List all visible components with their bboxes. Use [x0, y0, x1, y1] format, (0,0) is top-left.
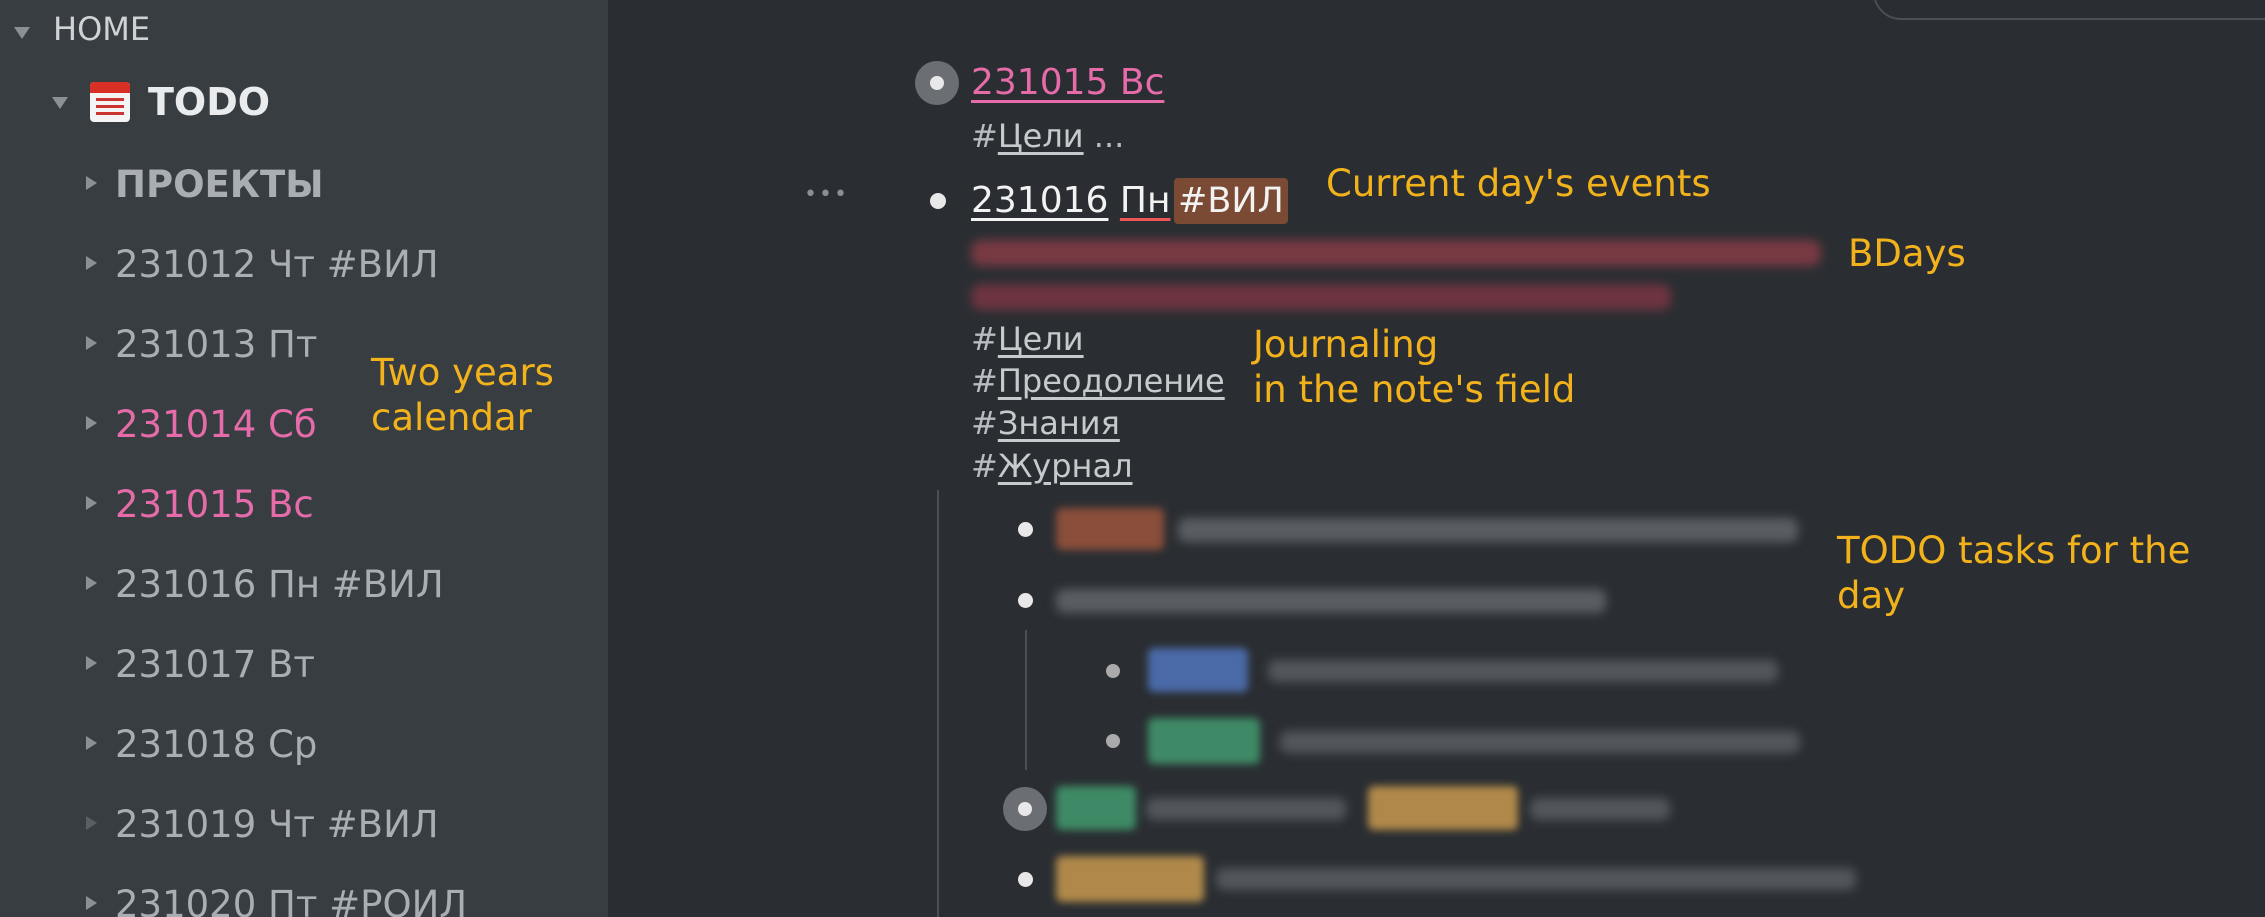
sidebar-item-label: 231017 Вт [115, 643, 315, 686]
tag-line: #Знания [971, 404, 1120, 442]
sidebar-item-label: HOME [53, 10, 151, 48]
expand-arrow-icon[interactable] [86, 256, 97, 270]
sidebar-item-day[interactable]: 231012 Чт #ВИЛ [0, 233, 600, 293]
expand-arrow-icon[interactable] [86, 176, 97, 190]
tag-link-goals[interactable]: Цели [998, 320, 1084, 358]
bullet-icon[interactable] [1018, 872, 1033, 887]
sidebar-item-day[interactable]: 231015 Вс [0, 473, 600, 533]
indent-guide [1025, 630, 1027, 770]
more-options-icon[interactable]: ••• [804, 182, 849, 207]
sidebar-item-home[interactable]: HOME [0, 0, 600, 60]
sidebar-item-label: TODO [148, 80, 271, 124]
redacted-bday-line [971, 240, 1821, 266]
status-badge[interactable]: #ВИЛ [1174, 178, 1288, 224]
redacted-tag [1148, 718, 1260, 764]
tag-line: #Преодоление [971, 362, 1225, 400]
expand-arrow-icon[interactable] [86, 576, 97, 590]
sidebar-item-todo[interactable]: TODO [0, 70, 600, 134]
sidebar-item-label: 231018 Ср [115, 723, 318, 766]
expand-arrow-icon[interactable] [86, 336, 97, 350]
sidebar-item-label: 231013 Пт [115, 323, 318, 366]
bullet-icon[interactable] [1106, 734, 1120, 748]
sidebar-item-day[interactable]: 231017 Вт [0, 633, 600, 693]
redacted-tag [1148, 648, 1248, 692]
collapse-arrow-icon[interactable] [52, 97, 68, 109]
expand-arrow-icon[interactable] [86, 896, 97, 910]
tag-line: #Цели [971, 320, 1084, 358]
tag-hash: # [971, 320, 998, 358]
annotation-current-day: Current day's events [1326, 162, 1711, 205]
redacted-task-text [1056, 589, 1606, 613]
search-box-edge[interactable] [1873, 0, 2265, 20]
expand-arrow-icon[interactable] [86, 416, 97, 430]
expand-arrow-icon[interactable] [86, 816, 97, 830]
sidebar-item-label: ПРОЕКТЫ [115, 163, 324, 206]
sidebar-item-label: 231012 Чт #ВИЛ [115, 243, 439, 286]
sidebar-item-label: 231014 Сб [115, 403, 317, 446]
tag-line: #Журнал [971, 447, 1133, 485]
bullet-icon[interactable] [1018, 593, 1033, 608]
outline-panel: 231015 Вс #Цели ... ••• 231016 Пн #ВИЛ C… [608, 0, 2265, 917]
redacted-task-text [1216, 868, 1856, 890]
sidebar-item-label: 231019 Чт #ВИЛ [115, 803, 439, 846]
sidebar-item-day[interactable]: 231020 Пт #РОИЛ [0, 873, 600, 917]
bullet-icon[interactable] [1018, 522, 1033, 537]
redacted-task-text [1268, 660, 1778, 682]
tag-hash: # [971, 404, 998, 442]
sidebar-item-day[interactable]: 231018 Ср [0, 713, 600, 773]
bullet-icon[interactable] [930, 193, 946, 209]
expand-arrow-icon[interactable] [86, 496, 97, 510]
redacted-bday-line [971, 284, 1671, 310]
redacted-task-text [1280, 731, 1800, 753]
tag-hash: # [971, 362, 998, 400]
indent-guide [937, 490, 939, 917]
sidebar-item-projects[interactable]: ПРОЕКТЫ [0, 153, 600, 213]
annotation-todo-tasks: TODO tasks for the day [1837, 529, 2191, 617]
calendar-icon [90, 82, 130, 122]
annotation-journaling: Journaling in the note's field [1253, 323, 1576, 411]
redacted-task-text [1530, 798, 1670, 820]
tag-hash: # [971, 117, 998, 155]
redacted-tag [1368, 786, 1518, 830]
node-title-231015[interactable]: 231015 Вс [971, 62, 1164, 103]
expand-arrow-icon[interactable] [86, 736, 97, 750]
sidebar-item-label: 231016 Пн #ВИЛ [115, 563, 444, 606]
collapse-arrow-icon[interactable] [14, 27, 30, 39]
node-title-231016[interactable]: 231016 Пн [971, 180, 1171, 221]
sidebar-item-day[interactable]: 231019 Чт #ВИЛ [0, 793, 600, 853]
redacted-tag [1056, 856, 1204, 902]
redacted-task-text [1178, 518, 1798, 542]
redacted-task-text [1146, 798, 1346, 820]
bullet-icon [1018, 802, 1032, 816]
tag-link-overcoming[interactable]: Преодоление [998, 362, 1225, 400]
tag-link-goals[interactable]: Цели [998, 117, 1084, 155]
annotation-calendar: Two years calendar [371, 351, 554, 439]
sidebar-item-day[interactable]: 231016 Пн #ВИЛ [0, 553, 600, 613]
bullet-icon [930, 76, 944, 90]
expand-arrow-icon[interactable] [86, 656, 97, 670]
node-weekday: Пн [1119, 180, 1171, 221]
node-note-goals: #Цели ... [971, 117, 1124, 155]
annotation-bdays: BDays [1848, 232, 1966, 275]
sidebar-item-label: 231015 Вс [115, 483, 314, 526]
sidebar: HOME TODO ПРОЕКТЫ 231012 Чт #ВИЛ 231013 … [0, 0, 608, 917]
node-date: 231016 [971, 180, 1109, 221]
redacted-tag [1056, 508, 1164, 550]
tag-link-journal[interactable]: Журнал [998, 447, 1133, 485]
tag-link-knowledge[interactable]: Знания [998, 404, 1120, 442]
sidebar-item-label: 231020 Пт #РОИЛ [115, 883, 468, 917]
note-ellipsis: ... [1093, 117, 1125, 155]
bullet-icon[interactable] [1106, 664, 1120, 678]
tag-hash: # [971, 447, 998, 485]
redacted-tag [1056, 786, 1136, 830]
